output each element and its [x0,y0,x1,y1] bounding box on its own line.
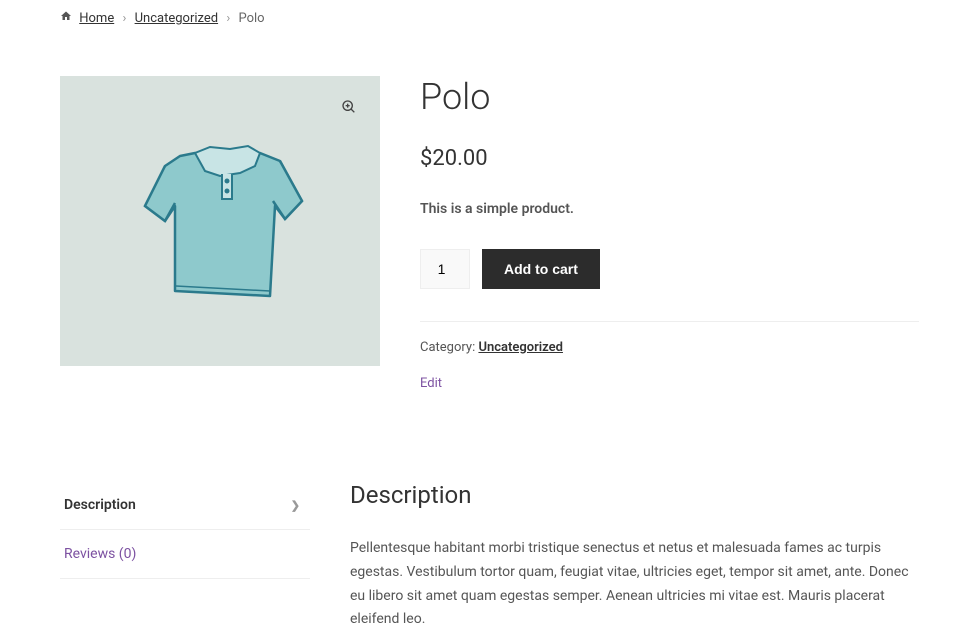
home-icon [60,11,75,26]
add-to-cart-form: Add to cart [420,249,919,289]
breadcrumb-separator: › [122,11,126,26]
product-image[interactable] [60,76,380,366]
category-link[interactable]: Uncategorized [478,340,563,355]
breadcrumb-category-link[interactable]: Uncategorized [135,11,218,26]
tab-description[interactable]: Description ❯ [60,481,310,530]
breadcrumb-home-link[interactable]: Home [79,11,114,26]
add-to-cart-button[interactable]: Add to cart [482,249,600,289]
description-body: Pellentesque habitant morbi tristique se… [350,537,919,632]
short-description: This is a simple product. [420,201,919,217]
price-amount: 20.00 [432,146,487,171]
description-heading: Description [350,481,919,509]
chevron-right-icon: ❯ [291,499,300,512]
tab-label: Reviews (0) [64,546,136,562]
product-info: Polo $20.00 This is a simple product. Ad… [420,76,919,391]
quantity-stepper[interactable] [420,249,470,289]
breadcrumb-separator: › [226,11,230,26]
breadcrumb: Home › Uncategorized › Polo [60,10,919,26]
currency-symbol: $ [420,146,432,171]
product-meta: Category: Uncategorized [420,340,919,355]
zoom-icon[interactable] [336,94,362,120]
edit-link[interactable]: Edit [420,376,442,391]
tab-label: Description [64,497,136,513]
tab-content-description: Description Pellentesque habitant morbi … [350,481,919,632]
divider [420,321,919,322]
product-price: $20.00 [420,146,919,171]
product-illustration [120,111,320,331]
product-main: Polo $20.00 This is a simple product. Ad… [60,76,919,391]
category-label: Category: [420,340,478,355]
breadcrumb-current: Polo [238,11,264,26]
tab-reviews[interactable]: Reviews (0) [60,530,310,579]
product-tabs: Description ❯ Reviews (0) Description Pe… [60,481,919,632]
product-title: Polo [420,76,919,118]
tabs-list: Description ❯ Reviews (0) [60,481,310,632]
